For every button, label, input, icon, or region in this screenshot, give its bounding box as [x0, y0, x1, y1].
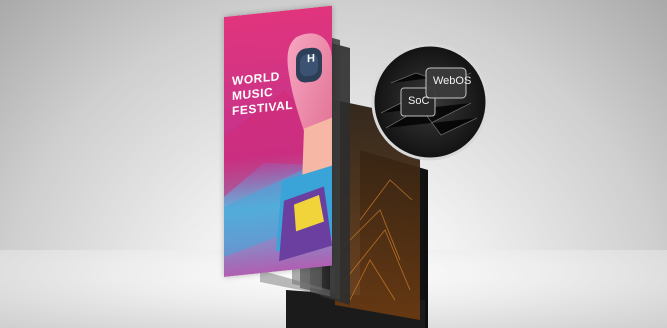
headphone-logo: H	[307, 52, 315, 66]
poster-art	[224, 5, 332, 277]
chip-magnifier	[371, 43, 489, 161]
exploded-display-layers	[260, 22, 428, 328]
poster-screen: WORLD MUSIC FESTIVAL H	[224, 5, 332, 277]
poster-title: WORLD MUSIC FESTIVAL	[232, 68, 293, 119]
soc-label: SoC	[408, 95, 430, 107]
webos-label: WebOS	[433, 75, 472, 87]
product-image: WORLD MUSIC FESTIVAL H SoC WebOS	[0, 0, 667, 328]
